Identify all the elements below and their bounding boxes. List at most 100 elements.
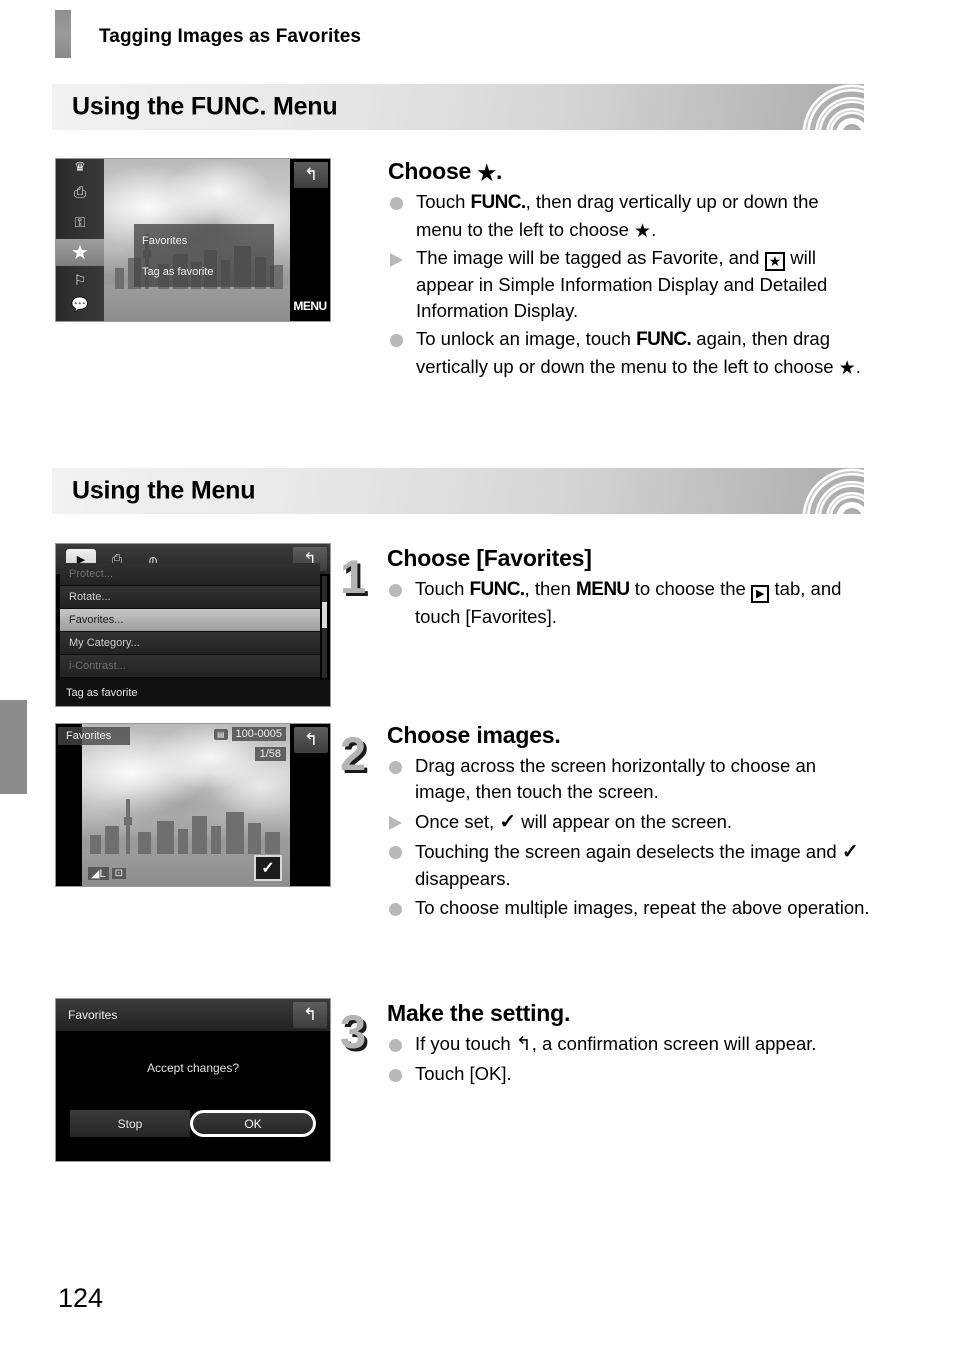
screenshot-menu-list: ▶ ⎙ ⫙ ↰ Protect... Rotate... Favorites..… [55, 543, 331, 707]
back-arrow-icon: ↰ [302, 1005, 318, 1024]
ok-button[interactable]: OK [190, 1110, 316, 1137]
star-icon: ★ [838, 358, 856, 379]
scrollbar-thumb[interactable] [322, 602, 327, 628]
image-size-icon: ◢L [88, 867, 109, 880]
list-item: Once set, ✓ will appear on the screen. [387, 808, 870, 836]
menu-items-list[interactable]: Protect... Rotate... Favorites... My Cat… [60, 563, 320, 680]
step-3-instructions: 3 Make the setting. If you touch ↰, a co… [340, 1000, 870, 1087]
star-favorites-icon: ★ [71, 242, 89, 264]
decorative-arcs [802, 84, 864, 130]
stop-button[interactable]: Stop [70, 1110, 190, 1137]
menu-button[interactable]: MENU [292, 295, 328, 317]
func-item-filmstrip[interactable]: ▩ [56, 315, 104, 323]
bullet-dot-icon [389, 584, 402, 597]
manual-page: Tagging Images as Favorites Using the FU… [0, 0, 954, 1350]
speech-bubble-play-icon: 💬 [71, 296, 89, 312]
bullet-triangle-icon [389, 815, 402, 830]
back-arrow-icon: ↰ [515, 1034, 532, 1055]
back-button[interactable]: ↰ [294, 162, 328, 188]
func-item-favorites[interactable]: ★ [56, 239, 104, 266]
back-arrow-icon: ↰ [303, 165, 319, 184]
print-icon: ⎙ [73, 184, 86, 201]
list-item: To unlock an image, touch FUNC. again, t… [388, 326, 868, 380]
list-item: Touch FUNC., then drag vertically up or … [388, 189, 868, 243]
section-title: Using the Menu [72, 476, 256, 505]
list-item: The image will be tagged as Favorite, an… [388, 245, 868, 324]
check-mark-icon: ✓ [841, 840, 859, 863]
star-icon: ★ [634, 220, 652, 242]
selection-checkbox[interactable]: ✓ [254, 855, 282, 881]
func-item-play-sound[interactable]: 💬 [56, 291, 104, 318]
key-protect-icon: ⚿ [74, 214, 86, 230]
func-glyph: FUNC. [469, 579, 526, 600]
mode-label: Favorites [58, 727, 130, 745]
skyline-region [82, 798, 290, 854]
bullet-triangle-icon [390, 253, 403, 268]
bullet-dot-icon [389, 1068, 402, 1082]
left-letterbox [56, 724, 82, 886]
step-bullet-list: Touch FUNC., then MENU to choose the ▶ t… [387, 576, 870, 630]
bullet-dot-icon [389, 845, 402, 859]
screenshot-func-menu: ♛ ⎙ ⚿ ★ ⚐ 💬 ▩ ↰ MENU [55, 158, 331, 322]
list-item: Touch FUNC., then MENU to choose the ▶ t… [387, 576, 870, 630]
step-heading: Choose images. [387, 722, 561, 748]
back-button[interactable]: ↰ [294, 727, 328, 753]
func-item-print[interactable]: ⎙ [56, 179, 104, 206]
func-glyph: FUNC. [636, 329, 692, 351]
playback-tab-icon: ▶ [750, 585, 770, 603]
page-number: 124 [58, 1283, 104, 1313]
func-item-crown[interactable]: ♛ [56, 158, 104, 180]
list-item: Touching the screen again deselects the … [387, 838, 870, 893]
step-heading: Choose [Favorites] [387, 545, 592, 571]
func-side-menu[interactable]: ♛ ⎙ ⚿ ★ ⚐ 💬 ▩ [56, 159, 104, 321]
func-glyph: FUNC. [470, 192, 527, 213]
step-1-instructions: 1 Choose [Favorites] Touch FUNC., then M… [340, 545, 870, 630]
crown-icon: ♛ [74, 158, 86, 174]
screenshot-confirm-dialog: Favorites ↰ Accept changes? Stop OK [55, 998, 331, 1162]
bullet-dot-icon [389, 1039, 402, 1052]
bullet-dot-icon [390, 197, 403, 210]
dialog-buttons: Stop OK [70, 1110, 316, 1137]
step-bullet-list: If you touch ↰, a confirmation screen wi… [387, 1031, 870, 1087]
ground-region [104, 285, 290, 321]
section-header-func-menu: Using the FUNC. Menu [52, 84, 864, 130]
step-bullet-list: Drag across the screen horizontally to c… [387, 753, 870, 921]
list-item[interactable]: My Category... [60, 632, 320, 655]
menu-glyph: MENU [576, 579, 630, 600]
func-heading: Choose ★. [388, 158, 503, 185]
image-quality-icon: ⊡ [111, 868, 126, 879]
list-item[interactable]: Rotate... [60, 586, 320, 609]
category-icon: ⚐ [73, 272, 87, 288]
menu-footer-hint: Tag as favorite [56, 680, 330, 706]
dialog-message: Accept changes? [146, 1061, 240, 1075]
file-info: ▤ 100-0005 [213, 727, 286, 741]
running-head-title: Tagging Images as Favorites [99, 26, 362, 47]
check-mark-icon: ✓ [261, 860, 275, 877]
list-item-selected[interactable]: Favorites... [60, 609, 320, 632]
func-item-protect[interactable]: ⚿ [56, 209, 104, 236]
list-item: Touch [OK]. [387, 1061, 870, 1087]
list-item: If you touch ↰, a confirmation screen wi… [387, 1031, 870, 1059]
func-instructions: Choose ★. Touch FUNC., then drag vertica… [388, 158, 868, 380]
filmstrip-icon: ▩ [74, 322, 85, 323]
edge-thumb-tab [0, 700, 27, 794]
back-arrow-icon: ↰ [303, 730, 319, 749]
dialog-title: Favorites [68, 1008, 118, 1022]
back-button[interactable]: ↰ [293, 1002, 327, 1028]
list-item: Drag across the screen horizontally to c… [387, 753, 870, 806]
running-head-bar [55, 10, 71, 58]
list-item[interactable]: i-Contrast... [60, 655, 320, 678]
list-item: To choose multiple images, repeat the ab… [387, 895, 870, 921]
image-quality-icon: ▤ [213, 728, 228, 740]
quality-indicators: ◢L ⊡ [88, 867, 126, 880]
func-caption-title: Favorites [134, 224, 274, 257]
decorative-arcs [802, 468, 864, 514]
screenshot-choose-images: Favorites ▤ 100-0005 1/58 ↰ ◢L ⊡ ✓ [55, 723, 331, 887]
func-item-category[interactable]: ⚐ [56, 267, 104, 294]
step-heading: Make the setting. [387, 1000, 571, 1026]
star-boxed-icon: ★ [764, 252, 786, 272]
list-item[interactable]: Protect... [60, 563, 320, 586]
menu-button-label: MENU [293, 299, 327, 313]
func-bullet-list: Touch FUNC., then drag vertically up or … [388, 189, 868, 380]
section-header-menu: Using the Menu [52, 468, 864, 514]
